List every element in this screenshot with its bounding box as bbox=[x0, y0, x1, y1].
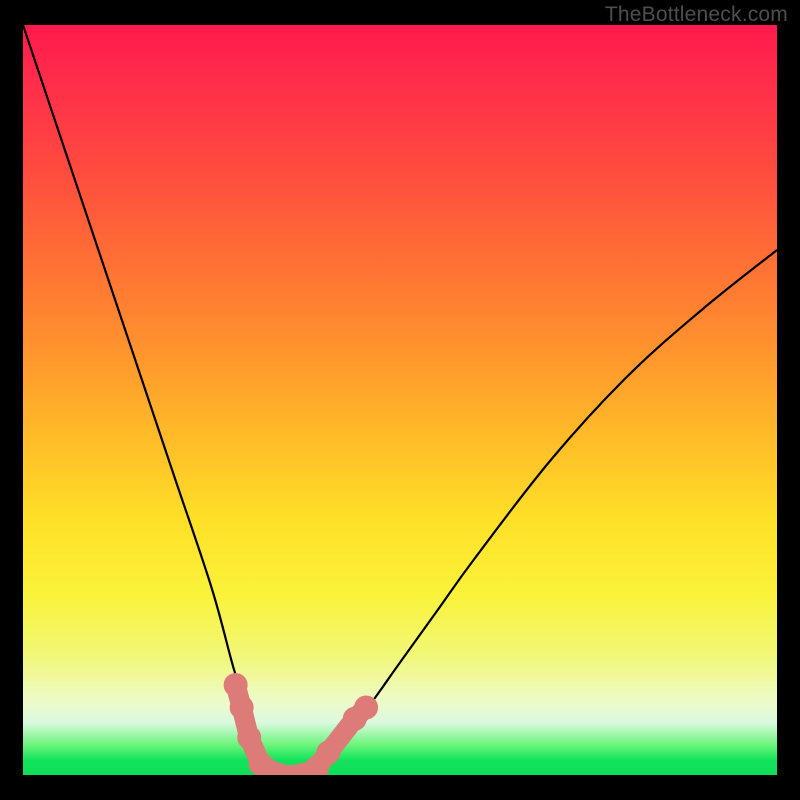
marker-dot bbox=[230, 696, 254, 720]
bottleneck-curve bbox=[23, 25, 777, 775]
marker-dot bbox=[316, 741, 340, 765]
chart-plot-area bbox=[23, 25, 777, 775]
marker-dot bbox=[354, 696, 378, 720]
curve-markers bbox=[224, 673, 378, 775]
marker-dot bbox=[224, 673, 248, 697]
marker-dot bbox=[237, 726, 261, 750]
watermark-text: TheBottleneck.com bbox=[605, 3, 788, 27]
chart-svg bbox=[23, 25, 777, 775]
